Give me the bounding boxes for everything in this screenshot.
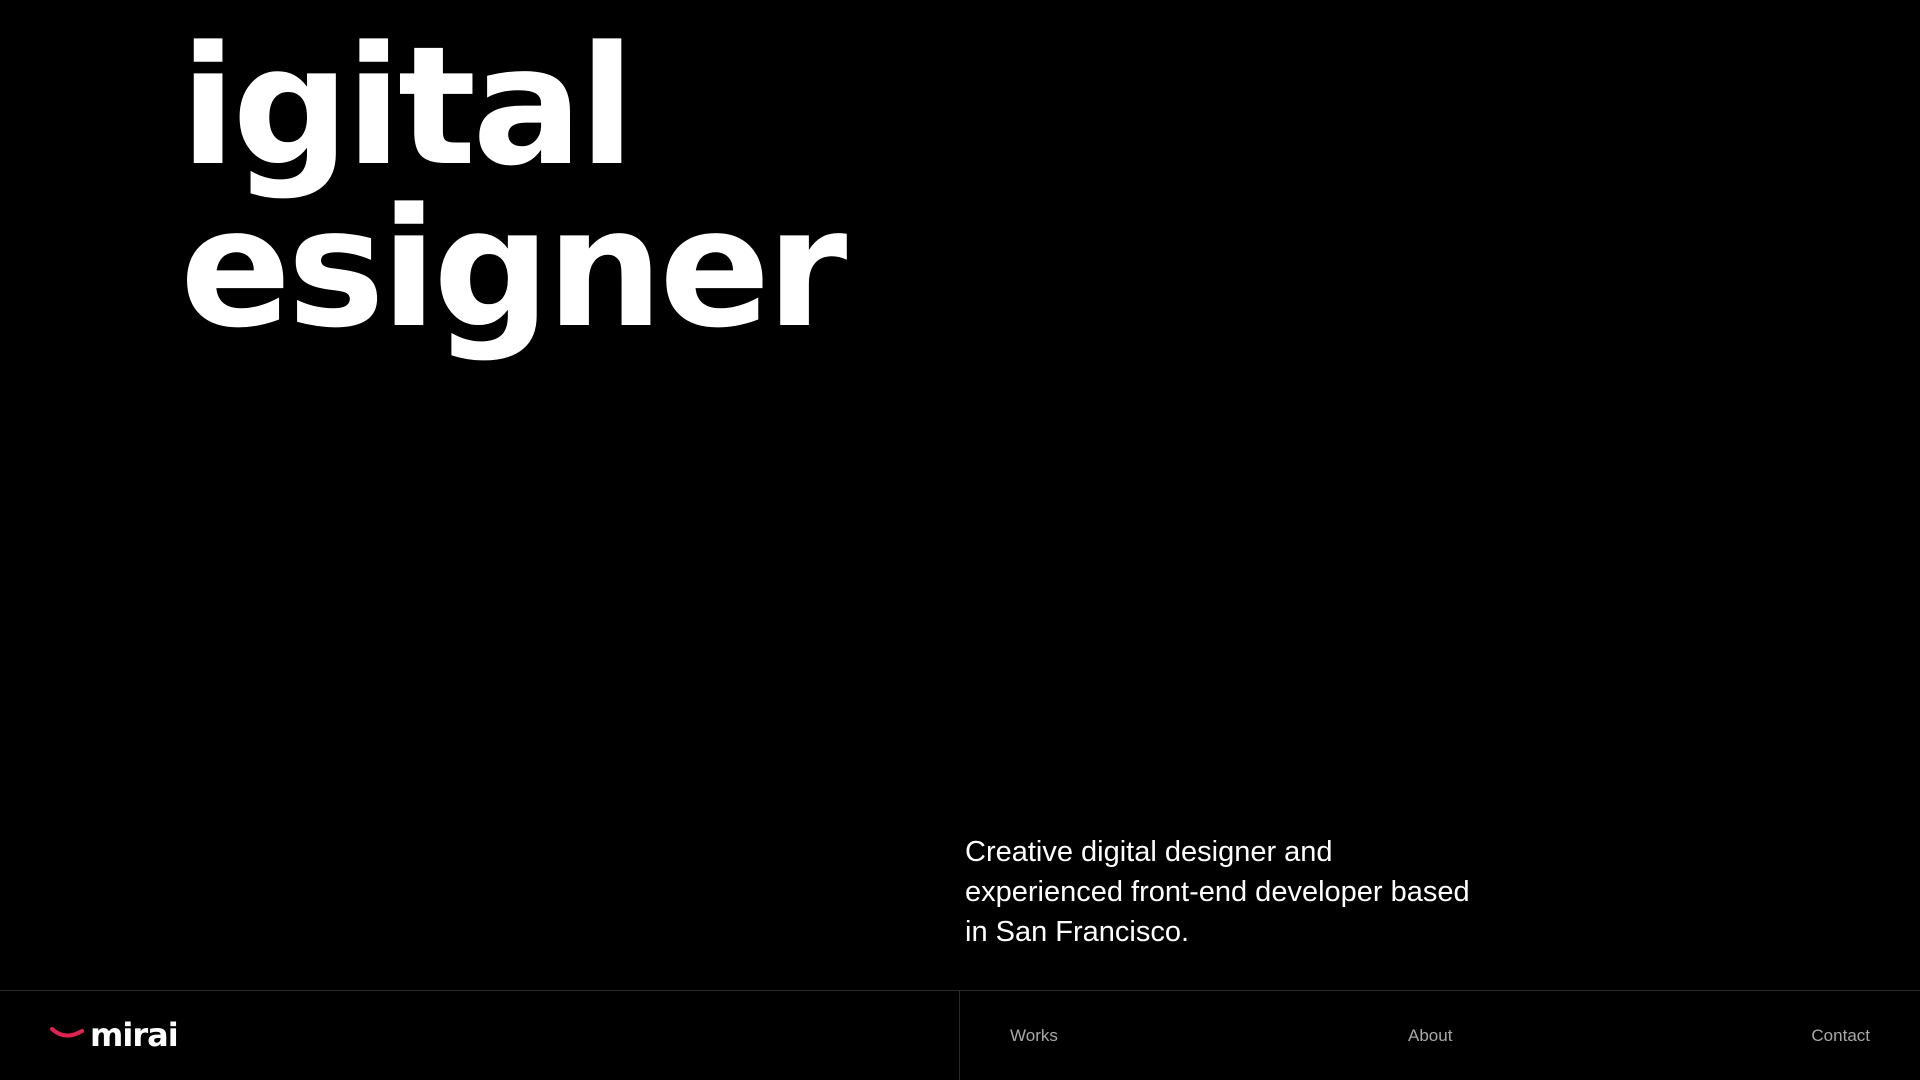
hero-line-2: esigner <box>180 173 847 364</box>
smile-arc-icon <box>50 1023 84 1047</box>
nav-about-link[interactable]: About <box>1408 991 1452 1080</box>
hero-line-1: igital <box>180 11 635 202</box>
logo-link[interactable]: mirai <box>50 1011 179 1059</box>
footer-nav-bar: mirai Works About Contact <box>0 990 1920 1080</box>
tagline-line-3: in San Francisco. <box>965 916 1190 948</box>
hero-heading: igital esigner <box>180 11 847 364</box>
logo-text: mirai <box>90 1016 179 1054</box>
nav-contact-link[interactable]: Contact <box>1811 991 1870 1080</box>
page: igital esigner Creative digital designer… <box>0 0 1920 1080</box>
tagline-line-2: experienced front-end developer based <box>965 876 1470 908</box>
tagline-line-1: Creative digital designer and <box>965 836 1333 868</box>
tagline: Creative digital designer and experience… <box>965 832 1485 952</box>
nav-works-link[interactable]: Works <box>1010 991 1058 1080</box>
footer-divider <box>959 991 960 1080</box>
